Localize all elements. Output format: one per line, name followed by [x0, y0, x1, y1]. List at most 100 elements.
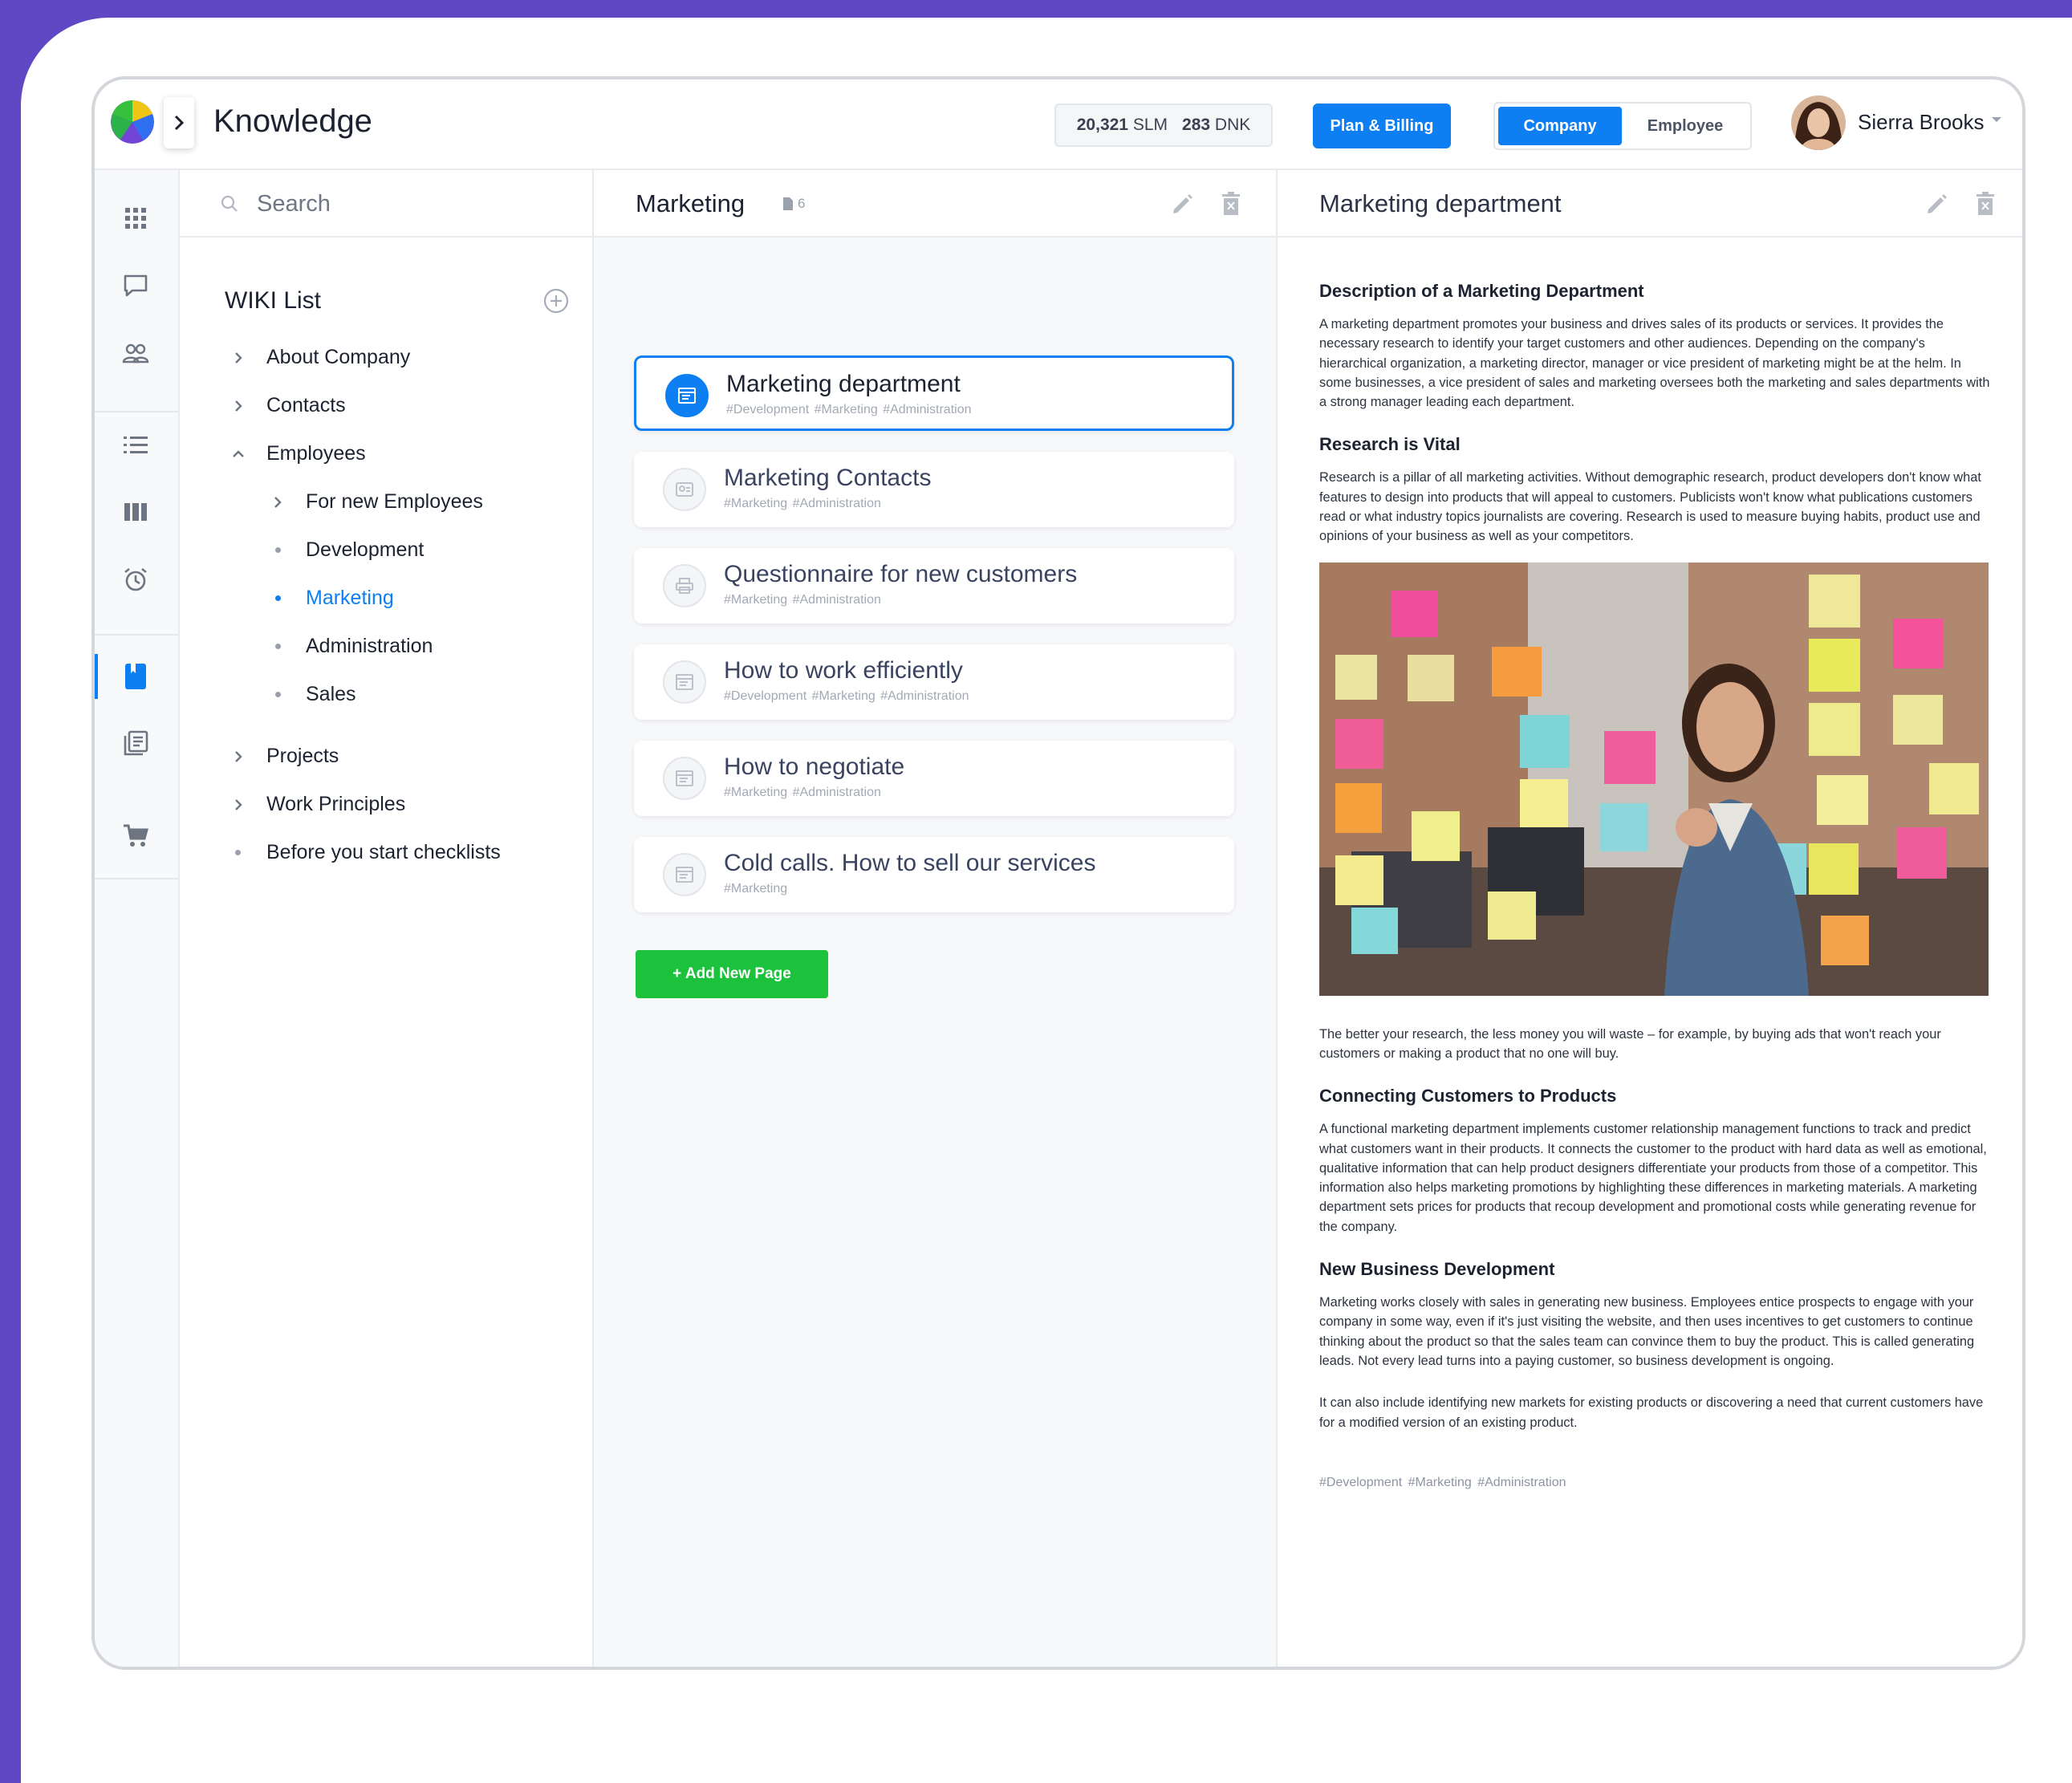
tree-item-label: Projects — [266, 745, 339, 767]
page-icon — [665, 374, 709, 417]
pages-panel-header: Marketing 6 — [594, 170, 1276, 238]
tree-item-label: Employees — [266, 442, 366, 465]
page-card-marketing-department[interactable]: Marketing department #Development #Marke… — [634, 355, 1234, 431]
page-card-tags: #Development #Marketing #Administration — [726, 403, 972, 416]
app-logo[interactable] — [111, 100, 154, 144]
book-icon[interactable] — [120, 660, 152, 692]
page-title: Knowledge — [213, 104, 372, 139]
section-paragraph: A functional marketing department implem… — [1319, 1122, 1987, 1234]
page-card-title: Marketing Contacts — [724, 465, 932, 491]
tree-item-label: Work Principles — [266, 793, 406, 815]
page-card-title: Cold calls. How to sell our services — [724, 850, 1096, 876]
company-employee-toggle: Company Employee — [1493, 102, 1752, 150]
page-count-badge: 6 — [783, 196, 805, 212]
page-card-title: How to negotiate — [724, 753, 905, 780]
bullet-icon — [275, 692, 281, 697]
search-icon — [221, 195, 238, 212]
delete-section-button[interactable] — [1217, 189, 1245, 218]
chevron-right-icon — [230, 796, 247, 814]
add-circle-icon[interactable] — [542, 287, 570, 315]
tree-item-before-you-start[interactable]: Before you start checklists — [230, 841, 501, 864]
chevron-right-icon — [230, 397, 247, 415]
tree-item-administration[interactable]: Administration — [269, 635, 433, 658]
search-input[interactable] — [255, 183, 547, 225]
edit-section-button[interactable] — [1168, 189, 1197, 218]
search-bar — [180, 170, 592, 238]
balance-display: 20,321 SLM 283 DNK — [1054, 104, 1273, 147]
page-card-negotiate[interactable]: How to negotiate #Marketing #Administrat… — [634, 741, 1234, 816]
icon-rail — [95, 170, 180, 1667]
page-icon — [663, 660, 706, 704]
pencil-icon — [1928, 194, 1947, 213]
tree-item-label: Before you start checklists — [266, 841, 501, 863]
bullet-icon — [275, 547, 281, 553]
tree-item-contacts[interactable]: Contacts — [230, 394, 346, 417]
cart-icon[interactable] — [120, 820, 152, 852]
tree-item-projects[interactable]: Projects — [230, 745, 339, 768]
tree-item-about-company[interactable]: About Company — [230, 346, 410, 369]
page-card-marketing-contacts[interactable]: Marketing Contacts #Marketing #Administr… — [634, 452, 1234, 527]
section-paragraph: It can also include identifying new mark… — [1319, 1395, 1984, 1430]
trash-icon — [1222, 192, 1240, 215]
user-name[interactable]: Sierra Brooks — [1858, 110, 1985, 135]
page-card-cold-calls[interactable]: Cold calls. How to sell our services #Ma… — [634, 837, 1234, 912]
bullet-icon — [275, 644, 281, 649]
section-paragraph: A marketing department promotes your bus… — [1319, 317, 1990, 410]
add-new-page-button[interactable]: + Add New Page — [636, 950, 828, 998]
top-bar: Knowledge 20,321 SLM 283 DNK Plan & Bill… — [95, 79, 2022, 170]
section-heading: Connecting Customers to Products — [1319, 1086, 1617, 1107]
rail-divider — [95, 411, 178, 412]
section-heading: Research is Vital — [1319, 434, 1461, 455]
tree-item-sales[interactable]: Sales — [269, 683, 356, 706]
employee-mode-button[interactable]: Employee — [1623, 107, 1747, 145]
page-card-tags: #Marketing #Administration — [724, 497, 881, 510]
company-mode-button[interactable]: Company — [1498, 107, 1622, 145]
pages-section-title: Marketing — [636, 189, 746, 217]
page-card-questionnaire[interactable]: Questionnaire for new customers #Marketi… — [634, 548, 1234, 623]
pencil-icon — [1173, 194, 1192, 213]
plan-billing-button[interactable]: Plan & Billing — [1313, 104, 1451, 148]
balance-slm-value: 20,321 — [1076, 116, 1128, 134]
tree-item-label: Contacts — [266, 394, 346, 416]
rail-divider — [95, 634, 178, 636]
alarm-clock-icon[interactable] — [120, 563, 152, 595]
expand-sidebar-button[interactable] — [164, 97, 194, 148]
tree-item-marketing[interactable]: Marketing — [269, 587, 394, 610]
page-card-tags: #Marketing #Administration — [724, 593, 881, 607]
avatar[interactable] — [1791, 95, 1846, 150]
section-heading: New Business Development — [1319, 1259, 1555, 1280]
delete-article-button[interactable] — [1971, 189, 2000, 218]
apps-grid-icon[interactable] — [120, 202, 152, 234]
chat-icon[interactable] — [120, 270, 152, 302]
tree-item-employees[interactable]: Employees — [230, 442, 366, 465]
document-icon — [783, 197, 793, 210]
page-card-title: Marketing department — [726, 371, 961, 397]
balance-slm-unit: SLM — [1132, 116, 1168, 134]
tree-item-label: Administration — [306, 635, 433, 657]
chevron-up-icon — [230, 445, 247, 463]
page-card-title: Questionnaire for new customers — [724, 561, 1078, 587]
chevron-right-icon — [174, 115, 185, 131]
rail-divider — [95, 878, 178, 879]
page-card-work-efficiently[interactable]: How to work efficiently #Development #Ma… — [634, 644, 1234, 720]
article-title: Marketing department — [1319, 189, 1562, 217]
list-icon[interactable] — [120, 429, 152, 461]
article-body: Description of a Marketing Department A … — [1319, 281, 1990, 1490]
library-icon[interactable] — [120, 727, 152, 759]
wiki-list-panel: WIKI List About Company Contacts Employe… — [180, 170, 594, 1667]
section-paragraph: Marketing works closely with sales in ge… — [1319, 1295, 1975, 1368]
edit-article-button[interactable] — [1923, 189, 1952, 218]
printer-icon — [663, 564, 706, 607]
columns-icon[interactable] — [120, 496, 152, 528]
tree-item-for-new-employees[interactable]: For new Employees — [269, 490, 483, 514]
chevron-down-icon[interactable] — [1990, 114, 2003, 124]
tree-item-development[interactable]: Development — [269, 538, 424, 562]
tree-item-work-principles[interactable]: Work Principles — [230, 793, 405, 816]
people-icon[interactable] — [120, 337, 152, 369]
article-tags: #Development #Marketing #Administration — [1319, 1475, 1566, 1489]
contacts-icon — [663, 468, 706, 511]
article-photo — [1319, 562, 1989, 996]
page-card-tags: #Marketing #Administration — [724, 786, 881, 799]
chevron-right-icon — [230, 349, 247, 367]
page-icon — [663, 853, 706, 896]
